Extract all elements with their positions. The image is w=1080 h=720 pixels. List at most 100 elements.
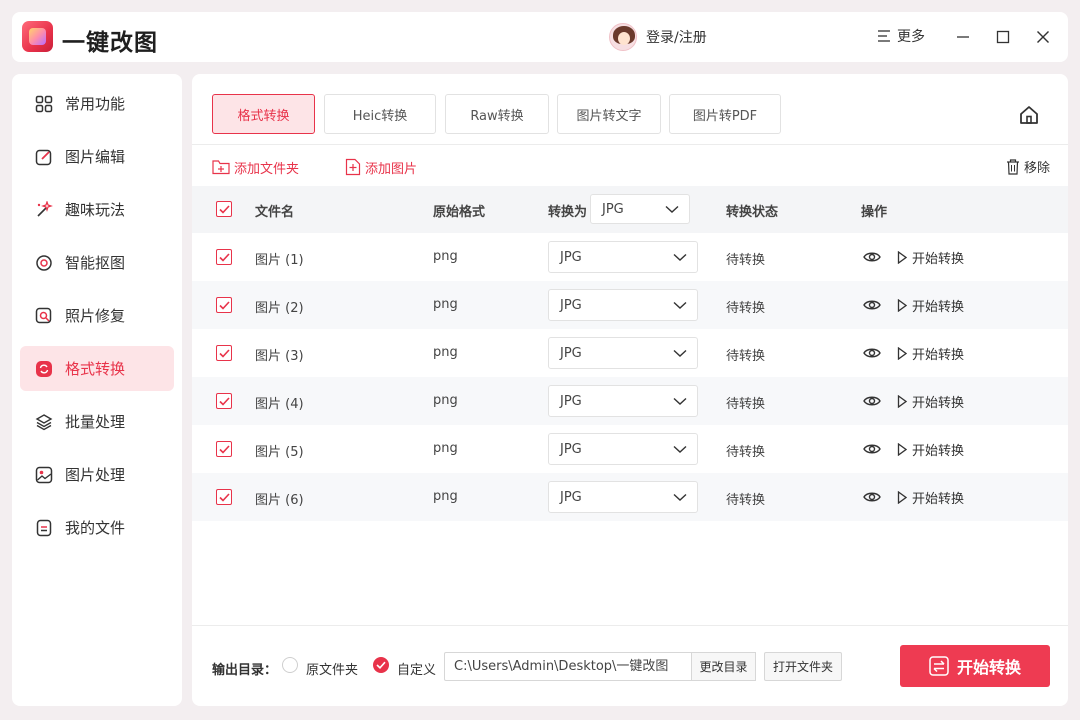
- radio-custom-folder[interactable]: [373, 657, 389, 673]
- remove-label: 移除: [1024, 161, 1051, 176]
- sidebar-item-cutout[interactable]: 智能抠图: [20, 240, 174, 285]
- row-format: png: [433, 297, 458, 312]
- sidebar-item-image-process[interactable]: 图片处理: [20, 452, 174, 497]
- preview-eye-icon[interactable]: [863, 344, 881, 362]
- row-target-select[interactable]: JPG: [548, 289, 698, 321]
- sidebar-item-format-convert[interactable]: 格式转换: [20, 346, 174, 391]
- row-checkbox[interactable]: [216, 249, 232, 265]
- sidebar-item-image-edit[interactable]: 图片编辑: [20, 134, 174, 179]
- add-folder-button[interactable]: 添加文件夹: [212, 157, 299, 177]
- row-start-convert-label: 开始转换: [912, 299, 965, 315]
- add-image-label: 添加图片: [365, 161, 418, 177]
- tab-raw-convert[interactable]: Raw转换: [445, 94, 549, 134]
- start-convert-button[interactable]: 开始转换: [900, 645, 1050, 687]
- user-avatar[interactable]: [609, 23, 637, 51]
- app-logo: [22, 21, 53, 52]
- output-path-field[interactable]: C:\Users\Admin\Desktop\一键改图: [444, 652, 692, 681]
- play-icon: [897, 346, 907, 360]
- row-format: png: [433, 249, 458, 264]
- row-checkbox[interactable]: [216, 297, 232, 313]
- grid-icon: [35, 95, 53, 113]
- row-status: 待转换: [726, 301, 766, 316]
- checkmark-icon: [218, 252, 230, 262]
- row-target-value: JPG: [560, 489, 582, 505]
- close-icon: [1037, 31, 1049, 43]
- sidebar-item-common[interactable]: 常用功能: [20, 81, 174, 126]
- preview-eye-icon[interactable]: [863, 392, 881, 410]
- row-start-convert-button[interactable]: 开始转换: [897, 343, 964, 363]
- sidebar-item-batch[interactable]: 批量处理: [20, 399, 174, 444]
- convert-all-select[interactable]: JPG: [590, 194, 690, 224]
- checkmark-icon: [218, 396, 230, 406]
- row-start-convert-button[interactable]: 开始转换: [897, 247, 964, 267]
- tab-image-to-text[interactable]: 图片转文字: [557, 94, 661, 134]
- row-status: 待转换: [726, 493, 766, 508]
- home-button[interactable]: [1018, 104, 1040, 126]
- checkmark-icon: [218, 444, 230, 454]
- open-folder-button[interactable]: 打开文件夹: [764, 652, 842, 681]
- maximize-button[interactable]: [990, 24, 1016, 50]
- title-bar: 一键改图 登录/注册 更多: [12, 12, 1068, 62]
- chevron-down-icon: [673, 493, 687, 501]
- row-checkbox[interactable]: [216, 345, 232, 361]
- row-start-convert-button[interactable]: 开始转换: [897, 391, 964, 411]
- divider: [192, 625, 1068, 626]
- row-target-select[interactable]: JPG: [548, 337, 698, 369]
- remove-button[interactable]: 移除: [1006, 157, 1050, 176]
- sidebar-item-label: 趣味玩法: [65, 201, 126, 219]
- add-image-button[interactable]: 添加图片: [345, 157, 417, 177]
- more-menu-button[interactable]: 更多: [877, 25, 925, 47]
- table-row: 图片 (5) png JPG 待转换 开始转换: [192, 425, 1068, 473]
- row-target-value: JPG: [560, 441, 582, 457]
- output-dir-label: 输出目录：: [212, 663, 278, 678]
- tab-heic-convert[interactable]: Heic转换: [324, 94, 436, 134]
- row-checkbox[interactable]: [216, 393, 232, 409]
- minimize-button[interactable]: [950, 24, 976, 50]
- preview-eye-icon[interactable]: [863, 440, 881, 458]
- radio-original-folder[interactable]: [282, 657, 298, 673]
- tab-image-to-pdf[interactable]: 图片转PDF: [669, 94, 781, 134]
- row-target-select[interactable]: JPG: [548, 241, 698, 273]
- target-icon: [35, 254, 53, 272]
- tab-format-convert[interactable]: 格式转换: [212, 94, 315, 134]
- maximize-icon: [996, 30, 1010, 44]
- sidebar-item-photo-repair[interactable]: 照片修复: [20, 293, 174, 338]
- row-target-select[interactable]: JPG: [548, 385, 698, 417]
- close-button[interactable]: [1030, 24, 1056, 50]
- row-start-convert-label: 开始转换: [912, 443, 965, 459]
- convert-icon: [35, 360, 53, 378]
- login-register-link[interactable]: 登录/注册: [646, 27, 707, 47]
- sidebar-item-fun[interactable]: 趣味玩法: [20, 187, 174, 232]
- table-row: 图片 (6) png JPG 待转换 开始转换: [192, 473, 1068, 521]
- row-start-convert-label: 开始转换: [912, 491, 965, 507]
- row-start-convert-button[interactable]: 开始转换: [897, 295, 964, 315]
- chevron-down-icon: [673, 253, 687, 261]
- row-checkbox[interactable]: [216, 489, 232, 505]
- row-start-convert-label: 开始转换: [912, 395, 965, 411]
- table-row: 图片 (4) png JPG 待转换 开始转换: [192, 377, 1068, 425]
- convert-icon: [929, 656, 949, 676]
- start-convert-label: 开始转换: [956, 658, 1021, 677]
- divider: [192, 144, 1068, 145]
- sidebar-item-my-files[interactable]: 我的文件: [20, 505, 174, 550]
- sidebar-item-label: 常用功能: [65, 95, 126, 113]
- row-start-convert-button[interactable]: 开始转换: [897, 487, 964, 507]
- chevron-down-icon: [673, 349, 687, 357]
- preview-eye-icon[interactable]: [863, 296, 881, 314]
- row-target-value: JPG: [560, 249, 582, 265]
- table-row: 图片 (1) png JPG 待转换 开始转换: [192, 233, 1068, 281]
- row-target-select[interactable]: JPG: [548, 433, 698, 465]
- row-checkbox[interactable]: [216, 441, 232, 457]
- row-format: png: [433, 393, 458, 408]
- row-target-select[interactable]: JPG: [548, 481, 698, 513]
- change-dir-button[interactable]: 更改目录: [691, 652, 756, 681]
- trash-icon: [1007, 158, 1019, 175]
- more-label: 更多: [897, 29, 925, 45]
- row-start-convert-button[interactable]: 开始转换: [897, 439, 964, 459]
- preview-eye-icon[interactable]: [863, 488, 881, 506]
- select-all-checkbox[interactable]: [216, 201, 232, 217]
- header-status: 转换状态: [726, 205, 779, 220]
- row-filename: 图片 (1): [255, 253, 304, 268]
- checkmark-icon: [376, 661, 386, 669]
- preview-eye-icon[interactable]: [863, 248, 881, 266]
